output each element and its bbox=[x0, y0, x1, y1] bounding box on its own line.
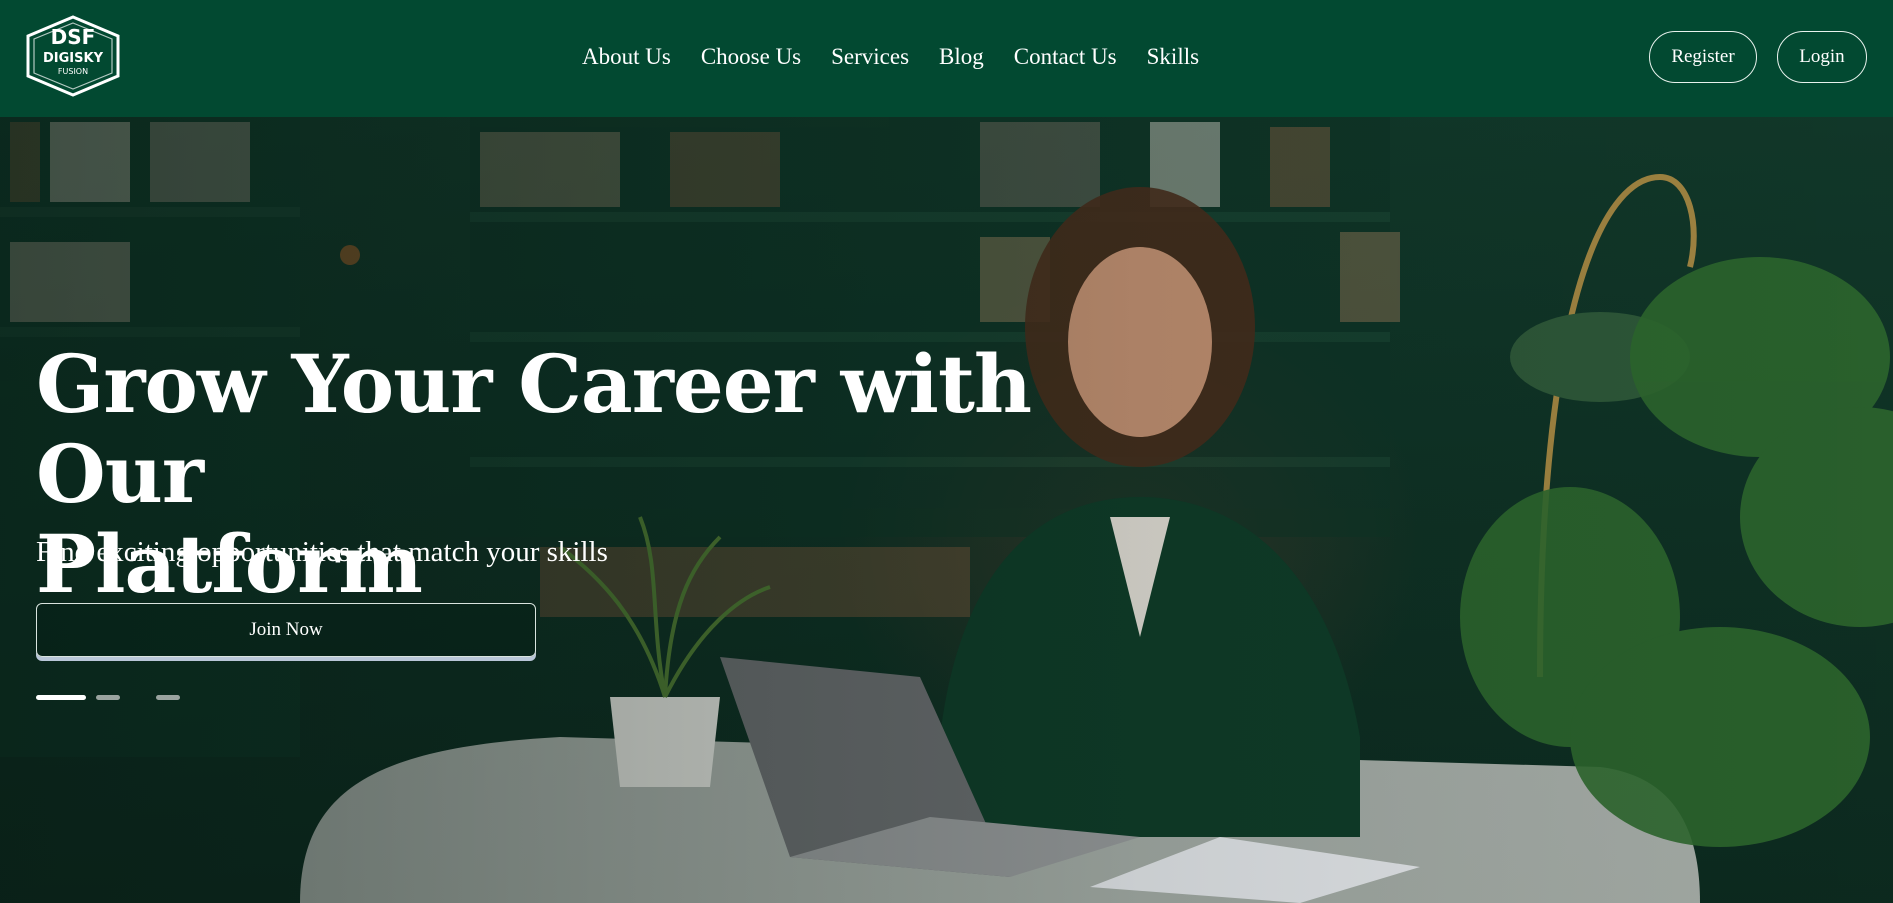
nav-item-blog[interactable]: Blog bbox=[939, 40, 984, 74]
nav-item-skills[interactable]: Skills bbox=[1147, 40, 1199, 74]
hero-section: Grow Your Career with Our Platform Find … bbox=[0, 117, 1893, 903]
nav-item-contact-us[interactable]: Contact Us bbox=[1014, 40, 1117, 74]
nav-item-about-us[interactable]: About Us bbox=[582, 40, 671, 74]
join-now-button[interactable]: Join Now bbox=[36, 603, 536, 657]
logo-tagline: FUSION bbox=[58, 67, 88, 76]
logo-mark: DSF bbox=[51, 25, 96, 49]
logo-wordmark: DIGISKY bbox=[43, 51, 104, 66]
nav-item-choose-us[interactable]: Choose Us bbox=[701, 40, 801, 74]
brand-logo[interactable]: DSF DIGISKY FUSION bbox=[22, 14, 124, 98]
hero-subtitle: Find exciting opportunities that match y… bbox=[36, 536, 608, 568]
carousel-dot-2[interactable] bbox=[96, 695, 120, 700]
carousel-dot-1[interactable] bbox=[36, 695, 86, 700]
site-header: DSF DIGISKY FUSION About Us Choose Us Se… bbox=[0, 0, 1893, 117]
hero-title-line-1: Grow Your Career with Our bbox=[36, 337, 1032, 521]
hexagon-logo-icon: DSF DIGISKY FUSION bbox=[26, 15, 120, 97]
login-button[interactable]: Login bbox=[1777, 31, 1867, 83]
nav-item-services[interactable]: Services bbox=[831, 40, 909, 74]
carousel-dot-3[interactable] bbox=[156, 695, 180, 700]
register-button[interactable]: Register bbox=[1649, 31, 1757, 83]
nav-list: About Us Choose Us Services Blog Contact… bbox=[582, 40, 1229, 74]
